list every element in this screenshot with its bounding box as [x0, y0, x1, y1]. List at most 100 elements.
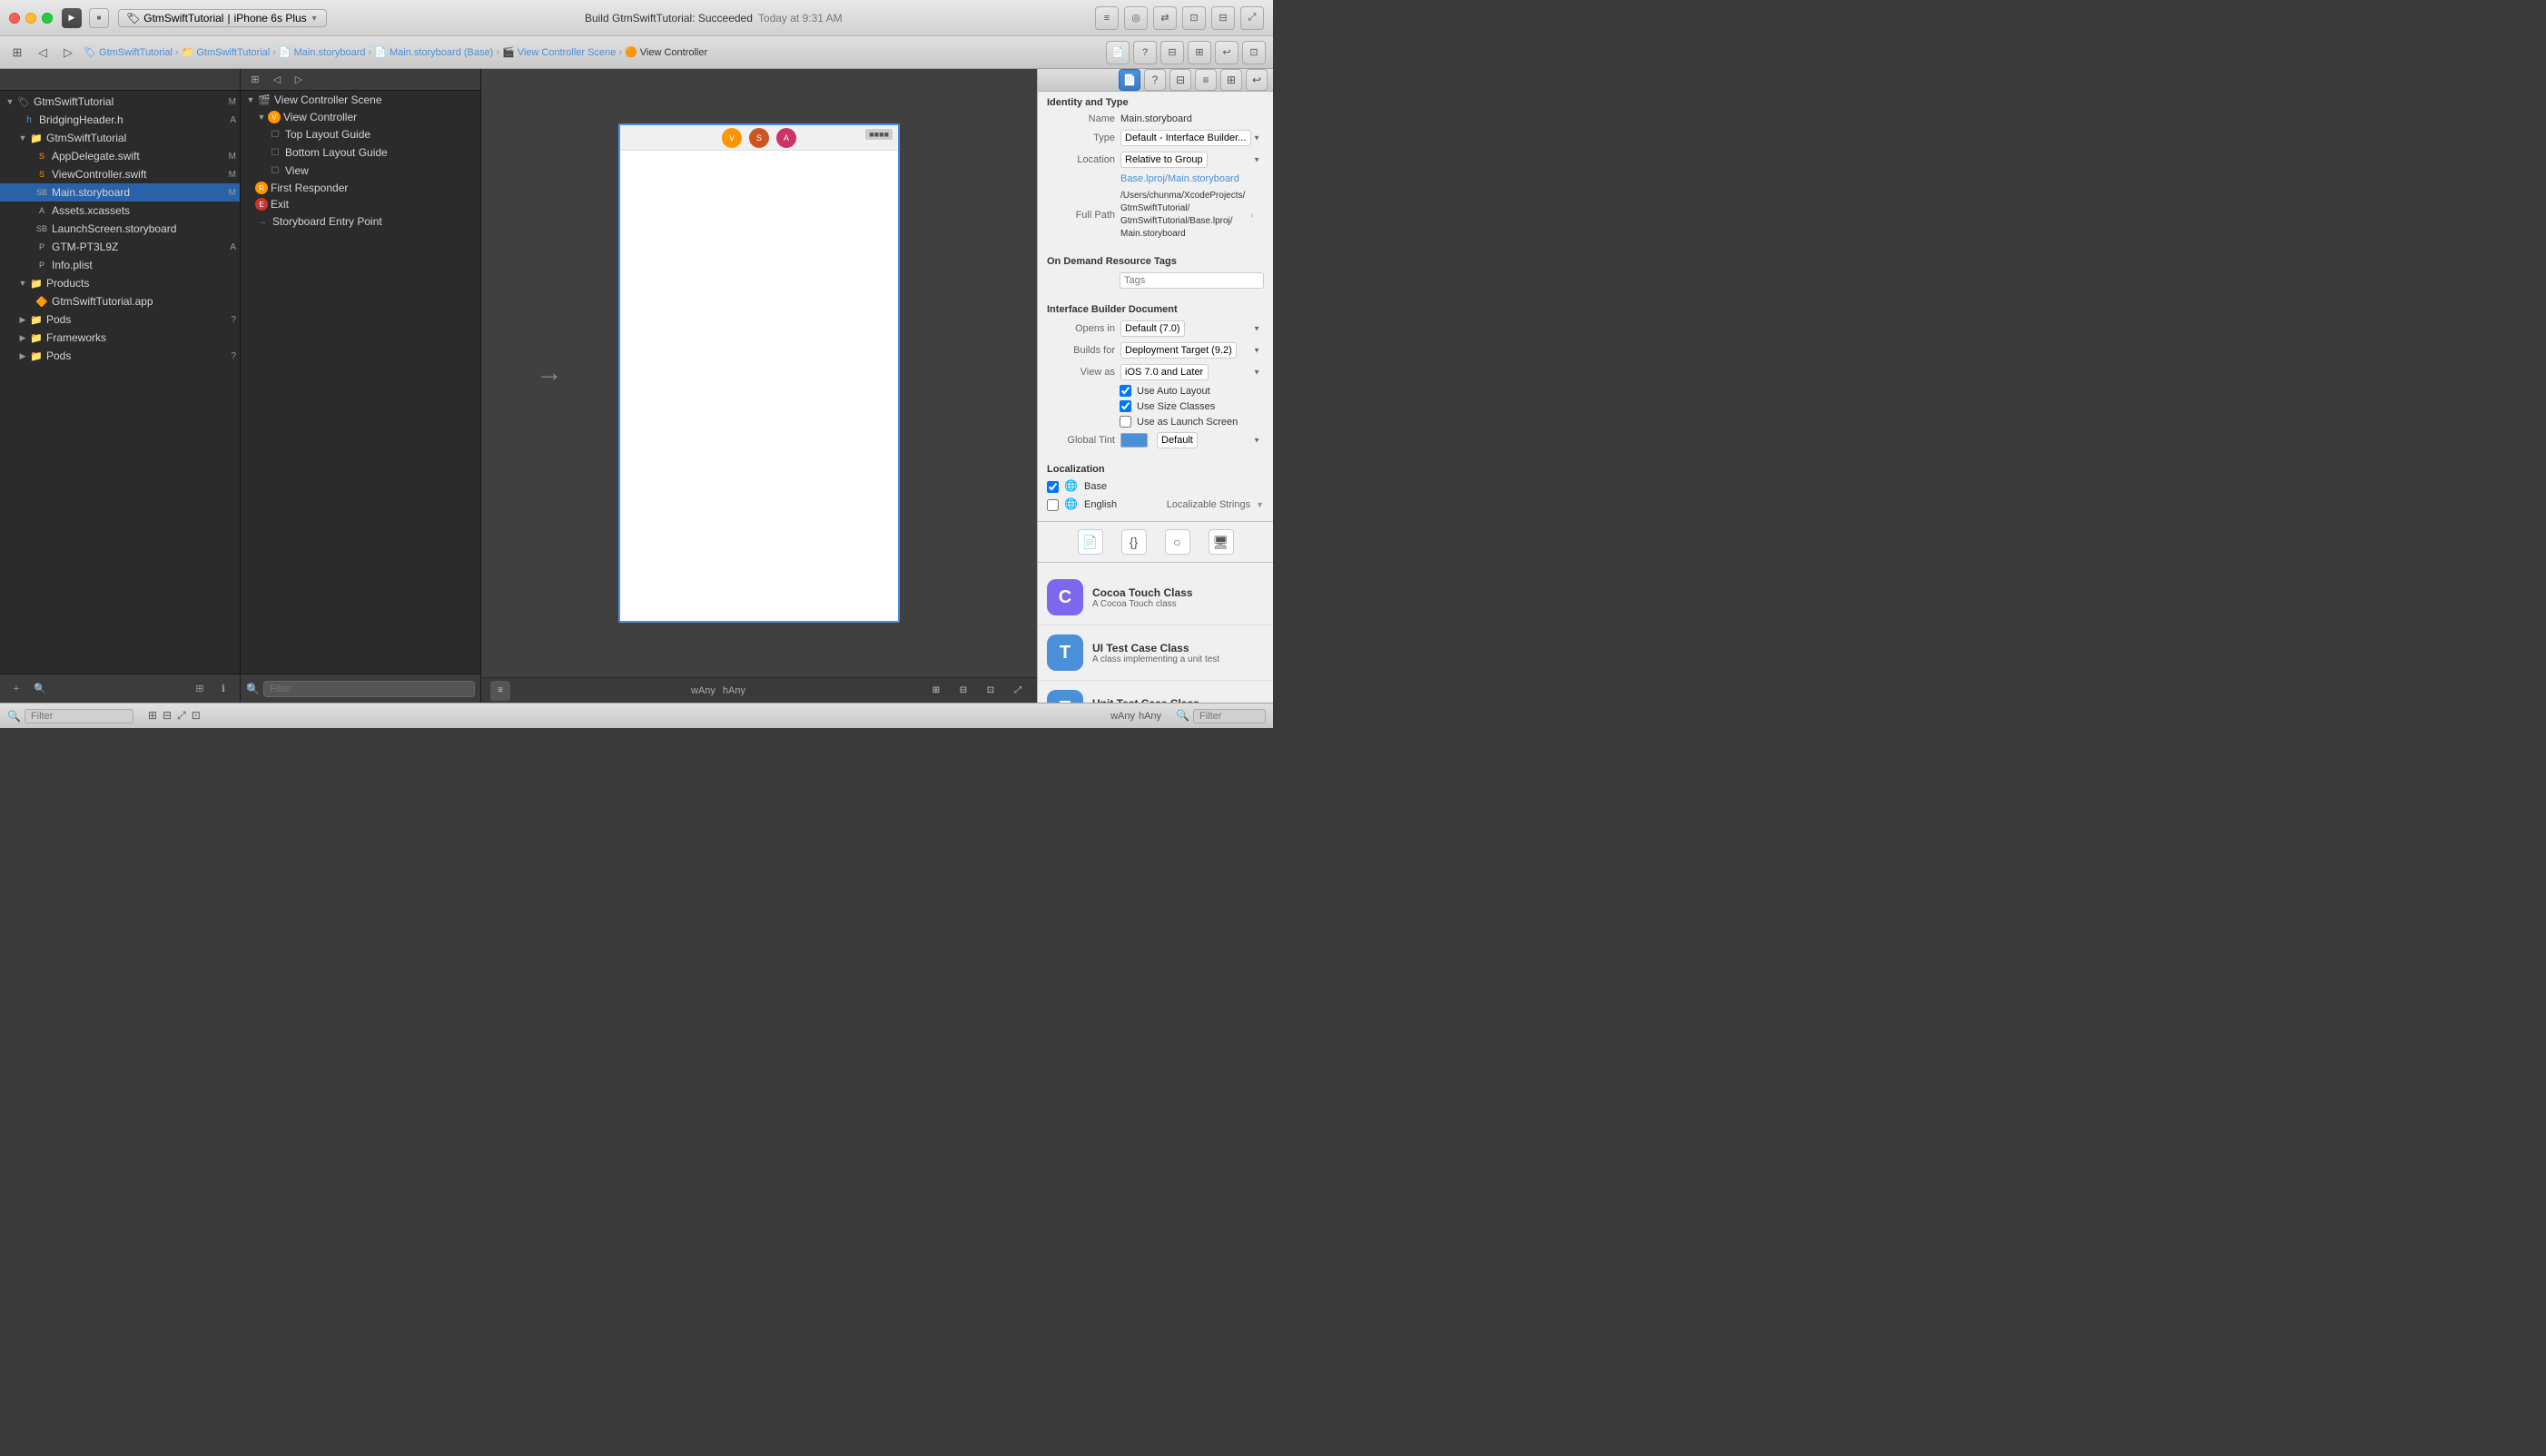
global-tint-swatch[interactable]	[1120, 433, 1148, 448]
scene-vc[interactable]: ▼ V View Controller	[241, 109, 480, 125]
scene-view[interactable]: ☐ View	[241, 162, 480, 180]
sidebar-item-bridging[interactable]: h BridgingHeader.h A	[0, 111, 240, 129]
right-filter-input[interactable]	[1193, 709, 1266, 723]
sidebar-item-products[interactable]: ▼ 📁 Products	[0, 274, 240, 292]
sidebar-item-viewcontroller-swift[interactable]: S ViewController.swift M	[0, 165, 240, 183]
sidebar-item-appdelegate[interactable]: S AppDelegate.swift M	[0, 147, 240, 165]
scene-exit[interactable]: E Exit	[241, 196, 480, 212]
file-inspector-icon[interactable]: 📄	[1119, 69, 1140, 91]
builds-for-select[interactable]: Deployment Target (9.2)	[1120, 342, 1237, 359]
breadcrumb-gtm1[interactable]: 🏷 GtmSwiftTutorial	[84, 46, 173, 58]
location-select[interactable]: Relative to Group	[1120, 152, 1208, 168]
close-button[interactable]	[9, 13, 20, 24]
forward-icon[interactable]: ▷	[58, 43, 78, 63]
view-as-select[interactable]: iOS 7.0 and Later	[1120, 364, 1209, 380]
location-icon[interactable]: ◎	[1124, 6, 1148, 30]
navigator-toggle-icon[interactable]: ≡	[1095, 6, 1119, 30]
auto-layout-checkbox[interactable]	[1120, 385, 1131, 397]
global-tint-select[interactable]: Default	[1157, 432, 1198, 448]
stop-button[interactable]	[89, 8, 109, 28]
sidebar-item-launchscreen[interactable]: SB LaunchScreen.storyboard	[0, 220, 240, 238]
add-icon[interactable]: +	[7, 680, 25, 698]
sidebar-item-mainstoryboard[interactable]: SB Main.storyboard M	[0, 183, 240, 202]
scene-vc-scene[interactable]: ▼ 🎬 View Controller Scene	[241, 91, 480, 109]
template-cocoa-touch[interactable]: C Cocoa Touch Class A Cocoa Touch class	[1038, 570, 1273, 625]
template-ui-test[interactable]: T UI Test Case Class A class implementin…	[1038, 625, 1273, 681]
file-icon-btn[interactable]: 📄	[1078, 529, 1103, 555]
device-frame[interactable]: V S A ■■■■	[618, 123, 900, 623]
breadcrumb-mainstoryboard[interactable]: 📄 Main.storyboard	[279, 46, 366, 58]
device-icon-btn[interactable]: 🖥	[1209, 529, 1234, 555]
breadcrumb-vc[interactable]: 🟠 View Controller	[625, 46, 707, 58]
nav-fwd-icon[interactable]: ▷	[290, 71, 308, 89]
loc-english-checkbox[interactable]	[1047, 499, 1059, 511]
size-class-icon[interactable]: ⊟	[953, 681, 973, 701]
grid-icon[interactable]: ⊞	[246, 71, 264, 89]
sidebar-item-root[interactable]: ▼ 🏷 GtmSwiftTutorial M	[0, 93, 240, 111]
scene-label-vcscene: View Controller Scene	[274, 93, 382, 106]
size-classes-checkbox[interactable]	[1120, 400, 1131, 412]
jump-bar-icon[interactable]: ⊞	[1188, 41, 1211, 64]
right-panel-icon[interactable]: ⊡	[1242, 41, 1266, 64]
sidebar-item-app[interactable]: 🔶 GtmSwiftTutorial.app	[0, 292, 240, 310]
loc-base-checkbox[interactable]	[1047, 481, 1059, 493]
scene-entry-point[interactable]: → Storyboard Entry Point	[241, 212, 480, 231]
minimize-button[interactable]	[25, 13, 36, 24]
help-icon[interactable]: ?	[1133, 41, 1157, 64]
breadcrumb-base[interactable]: 📄 Main.storyboard (Base)	[374, 46, 493, 58]
scheme-selector[interactable]: 🏷 GtmSwiftTutorial | iPhone 6s Plus ▼	[118, 9, 327, 27]
connections-inspector-icon[interactable]: ↩	[1246, 69, 1268, 91]
opens-in-select[interactable]: Default (7.0)	[1120, 320, 1185, 337]
type-select[interactable]: Default - Interface Builder...	[1120, 130, 1251, 146]
quick-help-icon[interactable]: ?	[1144, 69, 1166, 91]
layout-toggle-icon[interactable]: ⊞	[926, 681, 946, 701]
status-filter-input[interactable]	[25, 709, 133, 723]
expand-icon[interactable]: ⤢	[1240, 6, 1264, 30]
status-icon-3[interactable]: ⤢	[177, 709, 186, 723]
status-icon-2[interactable]: ⊟	[163, 709, 172, 723]
zoom-icon[interactable]: ⊡	[981, 681, 1001, 701]
inspector-icon[interactable]: 📄	[1106, 41, 1130, 64]
breadcrumb-vcscene[interactable]: 🎬 View Controller Scene	[502, 46, 616, 58]
code-icon-btn[interactable]: {}	[1121, 529, 1147, 555]
template-unit-test[interactable]: T Unit Test Case Class A class implement…	[1038, 681, 1273, 703]
back-forward-icon[interactable]: ⇄	[1153, 6, 1177, 30]
sidebar-view-icon[interactable]: ⊞	[191, 680, 209, 698]
sidebar-item-gtm[interactable]: P GTM-PT3L9Z A	[0, 238, 240, 256]
sidebar-info-icon[interactable]: ℹ	[214, 680, 232, 698]
sidebar-item-pods2[interactable]: ▶ 📁 Pods ?	[0, 347, 240, 365]
layout-icon[interactable]: ⊟	[1211, 6, 1235, 30]
sidebar-item-folder[interactable]: ▼ 📁 GtmSwiftTutorial	[0, 129, 240, 147]
attributes-inspector-icon[interactable]: ≡	[1195, 69, 1217, 91]
launch-screen-checkbox[interactable]	[1120, 416, 1131, 428]
sidebar-item-infoplist[interactable]: P Info.plist	[0, 256, 240, 274]
sidebar-item-pods1[interactable]: ▶ 📁 Pods ?	[0, 310, 240, 329]
maximize-button[interactable]	[42, 13, 53, 24]
sidebar-item-assets[interactable]: A Assets.xcassets	[0, 202, 240, 220]
grid-view-icon[interactable]: ⊞	[7, 43, 27, 63]
sidebar-item-frameworks[interactable]: ▶ 📁 Frameworks	[0, 329, 240, 347]
scene-bottom-layout[interactable]: ☐ Bottom Layout Guide	[241, 143, 480, 162]
nav-back-icon[interactable]: ◁	[268, 71, 286, 89]
share-icon[interactable]: S	[749, 128, 769, 148]
panel-icon[interactable]: ↩	[1215, 41, 1238, 64]
aspect-icon[interactable]: ⤢	[1008, 681, 1028, 701]
breadcrumb-gtm2[interactable]: 📁 GtmSwiftTutorial	[182, 46, 271, 58]
inspector-panel-icon[interactable]: ⊟	[1160, 41, 1184, 64]
tags-input[interactable]	[1120, 272, 1264, 289]
identity-inspector-icon[interactable]: ⊟	[1169, 69, 1191, 91]
action-icon[interactable]: A	[776, 128, 796, 148]
filter-input[interactable]	[263, 681, 475, 697]
toggle-scene-icon[interactable]: ≡	[490, 681, 510, 701]
size-inspector-icon[interactable]: ⊞	[1220, 69, 1242, 91]
sidebar-filter-icon[interactable]: 🔍	[31, 680, 49, 698]
scene-top-layout[interactable]: ☐ Top Layout Guide	[241, 125, 480, 143]
editor-toggle-icon[interactable]: ⊡	[1182, 6, 1206, 30]
back-icon[interactable]: ◁	[33, 43, 53, 63]
scene-first-responder[interactable]: R First Responder	[241, 180, 480, 196]
circle-icon-btn[interactable]: ○	[1165, 529, 1190, 555]
status-icon-4[interactable]: ⊡	[192, 709, 201, 723]
run-button[interactable]	[62, 8, 82, 28]
status-icon-1[interactable]: ⊞	[148, 709, 157, 723]
vc-indicator-icon[interactable]: V	[722, 128, 742, 148]
